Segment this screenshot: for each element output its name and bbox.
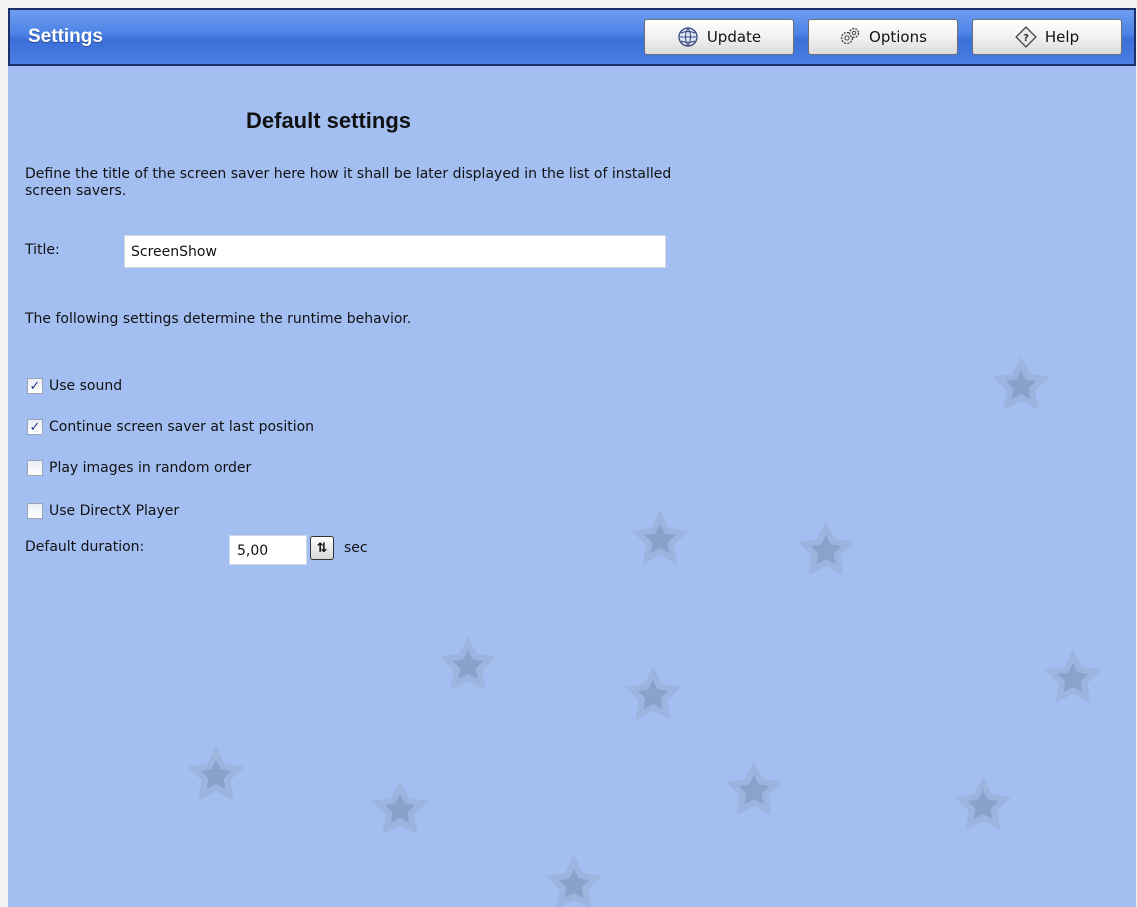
options-button[interactable]: Options xyxy=(808,19,958,55)
title-bar: Settings Update Options ? Help xyxy=(8,8,1136,66)
use-sound-label: Use sound xyxy=(49,378,123,394)
duration-spinner-button[interactable]: ⇅ xyxy=(310,536,334,560)
svg-text:?: ? xyxy=(1023,33,1029,44)
page-title: Default settings xyxy=(246,108,412,133)
help-button-label: Help xyxy=(1044,28,1080,46)
use-sound-option[interactable]: ✓ Use sound xyxy=(27,378,122,394)
use-sound-checkbox[interactable]: ✓ xyxy=(27,378,43,394)
update-button[interactable]: Update xyxy=(644,19,794,55)
globe-update-icon xyxy=(677,26,699,48)
settings-panel: Settings Update Options ? Help Default s… xyxy=(8,8,1136,907)
random-order-checkbox[interactable] xyxy=(27,460,43,476)
duration-label: Default duration: xyxy=(25,539,145,555)
runtime-description: The following settings determine the run… xyxy=(25,311,412,327)
continue-last-position-label: Continue screen saver at last position xyxy=(49,419,315,435)
title-description: Define the title of the screen saver her… xyxy=(25,166,672,199)
duration-input[interactable]: 5,00 xyxy=(229,535,307,565)
help-button[interactable]: ? Help xyxy=(972,19,1122,55)
random-order-label: Play images in random order xyxy=(49,460,252,476)
duration-unit: sec xyxy=(344,540,368,556)
options-button-label: Options xyxy=(869,28,927,46)
random-order-option[interactable]: Play images in random order xyxy=(27,460,251,476)
gears-options-icon xyxy=(839,26,861,48)
directx-player-checkbox[interactable] xyxy=(27,503,43,519)
window-title: Settings xyxy=(28,26,103,47)
settings-content: Default settings Define the title of the… xyxy=(8,66,1136,907)
directx-player-label: Use DirectX Player xyxy=(49,503,180,519)
directx-player-option[interactable]: Use DirectX Player xyxy=(27,503,179,519)
up-down-arrows-icon: ⇅ xyxy=(316,540,328,556)
continue-last-position-checkbox[interactable]: ✓ xyxy=(27,419,43,435)
title-label: Title: xyxy=(25,242,60,258)
continue-last-position-option[interactable]: ✓ Continue screen saver at last position xyxy=(27,419,314,435)
help-diamond-icon: ? xyxy=(1015,26,1037,48)
update-button-label: Update xyxy=(706,28,762,46)
title-input[interactable]: ScreenShow xyxy=(124,235,666,268)
